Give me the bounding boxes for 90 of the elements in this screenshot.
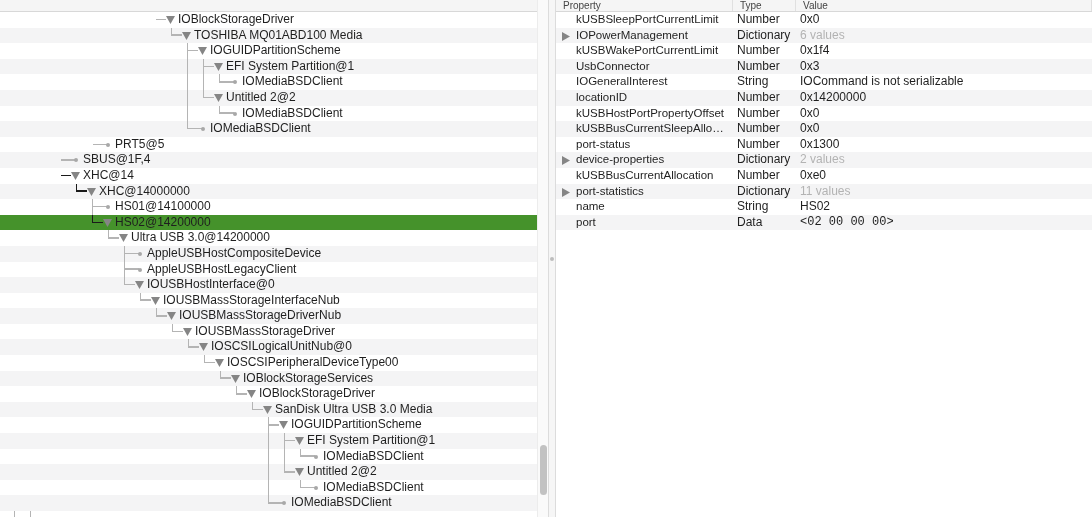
property-type: Number [737, 89, 781, 106]
property-value: 0xe0 [800, 167, 828, 184]
tree-node[interactable]: IOMediaBSDClient [0, 495, 537, 511]
property-type: Number [737, 136, 781, 153]
property-row[interactable]: kUSBBusCurrentSleepAllo… Number 0x0 [556, 121, 1092, 137]
leaf-node-icon [233, 111, 237, 116]
disclosure-triangle-icon[interactable] [215, 359, 224, 368]
property-value: 0x1300 [800, 136, 841, 153]
disclosure-triangle-icon[interactable] [562, 31, 570, 41]
property-name: name [576, 199, 606, 215]
property-value: HS02 [800, 199, 832, 215]
property-type: Data [737, 214, 764, 231]
property-name: kUSBHostPortPropertyOffset [576, 105, 726, 121]
property-type: String [737, 199, 770, 215]
property-value: 0x0 [800, 12, 821, 28]
tree-node[interactable]: EFI System Partition@1 [0, 433, 537, 449]
property-type: Number [737, 167, 781, 184]
property-name: IOGeneralInterest [576, 74, 669, 90]
property-value: 0x1f4 [800, 43, 831, 59]
property-name: kUSBBusCurrentSleepAllo… [576, 121, 725, 137]
property-value: 2 values [800, 152, 846, 168]
property-type: Dictionary [737, 183, 792, 200]
disclosure-triangle-icon[interactable] [167, 312, 176, 321]
disclosure-triangle-icon[interactable] [279, 421, 288, 430]
disclosure-triangle-icon[interactable] [295, 468, 304, 477]
property-name: kUSBSleepPortCurrentLimit [576, 12, 720, 27]
leaf-node-icon [106, 205, 110, 210]
property-type: Dictionary [737, 152, 792, 168]
column-header[interactable]: Value [796, 0, 1092, 11]
property-name: IOPowerManagement [576, 27, 689, 43]
disclosure-triangle-icon[interactable] [151, 296, 160, 305]
property-name: locationID [576, 89, 629, 105]
disclosure-triangle-icon[interactable] [562, 156, 570, 166]
property-name: kUSBWakePortCurrentLimit [576, 43, 720, 59]
disclosure-triangle-icon[interactable] [71, 171, 80, 180]
tree-node[interactable]: IOUSBMassStorageDriverNub [0, 308, 537, 324]
property-value: IOCommand is not serializable [800, 74, 965, 90]
leaf-node-icon [138, 251, 142, 256]
leaf-node-icon [201, 127, 205, 132]
disclosure-triangle-icon[interactable] [198, 47, 207, 56]
leaf-node-icon [74, 158, 78, 163]
property-name: port [576, 214, 597, 230]
leaf-node-icon [138, 267, 142, 272]
property-type: Number [737, 121, 781, 137]
disclosure-triangle-icon[interactable] [214, 62, 223, 71]
property-name: kUSBBusCurrentAllocation [576, 167, 715, 183]
property-value: 0x0 [800, 105, 821, 122]
tree-node[interactable]: Untitled 2@2 [0, 464, 537, 480]
scrollbar-thumb[interactable] [539, 445, 547, 495]
disclosure-triangle-icon[interactable] [231, 374, 240, 383]
tree-node[interactable]: IOSCSILogicalUnitNub@0 [0, 339, 537, 356]
property-value: 0x3 [800, 58, 821, 75]
disclosure-triangle-icon[interactable] [263, 405, 272, 414]
leaf-node-icon [106, 142, 110, 147]
property-type: Number [737, 105, 781, 122]
leaf-node-icon [314, 454, 318, 459]
leaf-node-icon [282, 501, 286, 506]
property-value: 0x0 [800, 121, 821, 137]
property-value: 6 values [800, 27, 846, 44]
disclosure-triangle-icon[interactable] [182, 31, 191, 40]
tree-node[interactable]: SBUS@1F,4 [0, 152, 537, 168]
property-value: <02 00 00 00> [800, 214, 895, 231]
property-type: Number [737, 58, 781, 75]
column-header[interactable]: Type [733, 0, 796, 11]
leaf-node-icon [233, 80, 237, 85]
property-name: UsbConnector [576, 58, 651, 74]
column-header[interactable]: Property [556, 0, 733, 11]
property-value: 0x14200000 [800, 89, 868, 106]
disclosure-triangle-icon[interactable] [214, 93, 223, 102]
tree-node[interactable]: IOUSBHostInterface@0 [0, 277, 537, 293]
disclosure-triangle-icon[interactable] [562, 187, 570, 197]
disclosure-triangle-icon[interactable] [87, 187, 96, 196]
disclosure-triangle-icon[interactable] [183, 327, 192, 336]
disclosure-triangle-icon[interactable] [119, 234, 128, 243]
property-row[interactable]: device-properties Dictionary 2 values [556, 152, 1092, 168]
disclosure-triangle-icon[interactable] [166, 16, 175, 24]
property-name: device-properties [576, 152, 666, 168]
disclosure-triangle-icon[interactable] [135, 281, 144, 290]
disclosure-triangle-icon[interactable] [295, 437, 304, 446]
leaf-node-icon [314, 485, 318, 490]
tree-node[interactable]: IOMediaBSDClient [0, 121, 537, 137]
property-type: Number [737, 12, 781, 28]
property-type: Dictionary [737, 27, 792, 44]
property-name: port-status [576, 136, 632, 152]
disclosure-triangle-icon[interactable] [247, 390, 256, 399]
property-type: Number [737, 43, 781, 59]
property-name: port-statistics [576, 183, 645, 199]
property-value: 11 values [800, 183, 852, 200]
disclosure-triangle-icon[interactable] [199, 343, 208, 352]
property-type: String [737, 74, 770, 90]
